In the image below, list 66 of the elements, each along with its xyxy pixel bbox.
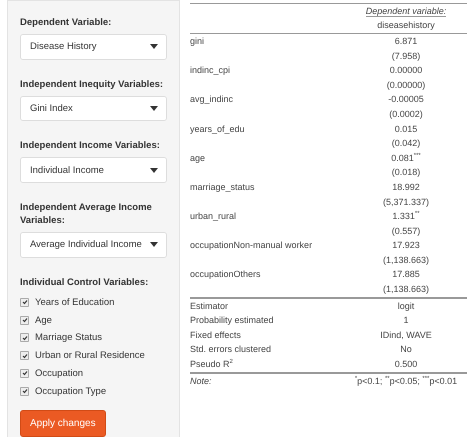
- table-cell-text: Std. errors clustered: [190, 343, 272, 356]
- table-cell-text: IDind, WAVE: [379, 328, 433, 342]
- table-cell: logit: [345, 298, 467, 314]
- table-cell: gini: [190, 34, 345, 49]
- table-header: Dependent variable:: [366, 6, 446, 17]
- table-cell-text: marriage_status: [190, 180, 256, 194]
- checkbox[interactable]: [20, 368, 29, 378]
- field-label: Dependent Variable:: [20, 16, 112, 29]
- table-cell-text: No: [399, 343, 413, 356]
- table-cell: (1,138.663): [345, 282, 467, 298]
- checkbox[interactable]: [20, 333, 29, 342]
- table-cell-text: 0.081$^{***}$: [390, 152, 422, 165]
- table-cell-text: 1.331$^{**}$: [391, 210, 421, 224]
- dropdown[interactable]: Gini Index: [20, 96, 167, 122]
- table-cell: Estimator: [190, 298, 345, 314]
- caret-icon: [150, 242, 158, 248]
- caret-icon: [150, 168, 158, 173]
- checkbox[interactable]: [20, 298, 29, 307]
- table-cell-text: 17.885: [391, 268, 421, 282]
- table-cell-text: (7.958): [390, 50, 422, 63]
- caret-icon: [150, 106, 158, 111]
- table-cell-text: occupationNon-manual worker: [190, 239, 314, 252]
- table-cell: $^{*}$p<0.1; $^{**}$p<0.05; $^{***}$p<0.01: [345, 372, 467, 388]
- table-cell-text: (0.00000): [386, 78, 426, 92]
- table-cell-text: occupationOthers: [190, 268, 262, 282]
- table-cell-text: (1,138.663): [382, 254, 430, 267]
- table-cell: Pseudo R$^{2}$: [190, 357, 345, 373]
- checkbox-label: Age: [35, 314, 52, 326]
- table-header: diseasehistory: [345, 18, 467, 34]
- table-cell-text: 18.992: [391, 180, 421, 194]
- checkbox-label: Occupation Type: [35, 386, 106, 397]
- table-cell: 6.871: [345, 34, 467, 49]
- field-label: Independent Average Income Variables:: [20, 200, 153, 227]
- field-label: Independent Inequity Variables:: [20, 78, 164, 91]
- checkbox[interactable]: [20, 351, 29, 360]
- table-cell: 0.500: [345, 357, 467, 373]
- checkbox[interactable]: [20, 386, 29, 396]
- table-cell-text: 1: [402, 314, 410, 328]
- table-cell-text: (0.018): [390, 166, 422, 180]
- table-cell-text: age: [190, 152, 206, 165]
- checkbox-label: Occupation: [35, 368, 84, 379]
- table-cell-text: 0.00000: [388, 64, 424, 78]
- dropdown[interactable]: Disease History: [20, 34, 167, 60]
- table-cell: Note:: [190, 372, 345, 388]
- field-label: Individual Control Variables:: [20, 276, 150, 289]
- table-cell-text: 17.923: [391, 239, 421, 252]
- table-cell-text: urban_rural: [190, 210, 238, 224]
- table-cell-text: (0.557): [390, 224, 422, 238]
- table-cell-text: years_of_edu: [190, 122, 246, 136]
- table-cell-text: Probability estimated: [190, 314, 275, 328]
- checkbox-label: Years of Education: [35, 296, 114, 308]
- caret-icon: [150, 44, 158, 50]
- dropdown[interactable]: Individual Income: [20, 157, 167, 183]
- checkbox-label: Urban or Rural Residence: [35, 350, 145, 362]
- table-cell-text: -0.00005: [387, 93, 425, 106]
- field-label: Independent Income Variables:: [20, 139, 161, 152]
- table-cell-text: indinc_cpi: [190, 64, 232, 78]
- table-cell-text: (0.042): [390, 137, 422, 150]
- table-cell-text: 0.015: [394, 122, 418, 136]
- dropdown[interactable]: Average Individual Income: [20, 232, 167, 258]
- table-cell-text: (5,371.337): [382, 196, 430, 209]
- table-cell-text: avg_indinc: [190, 93, 234, 106]
- checkbox[interactable]: [20, 316, 29, 325]
- table-cell-text: (0.0002): [388, 108, 424, 121]
- checkbox-label: Marriage Status: [35, 332, 102, 344]
- table-cell-text: Fixed effects: [190, 328, 242, 342]
